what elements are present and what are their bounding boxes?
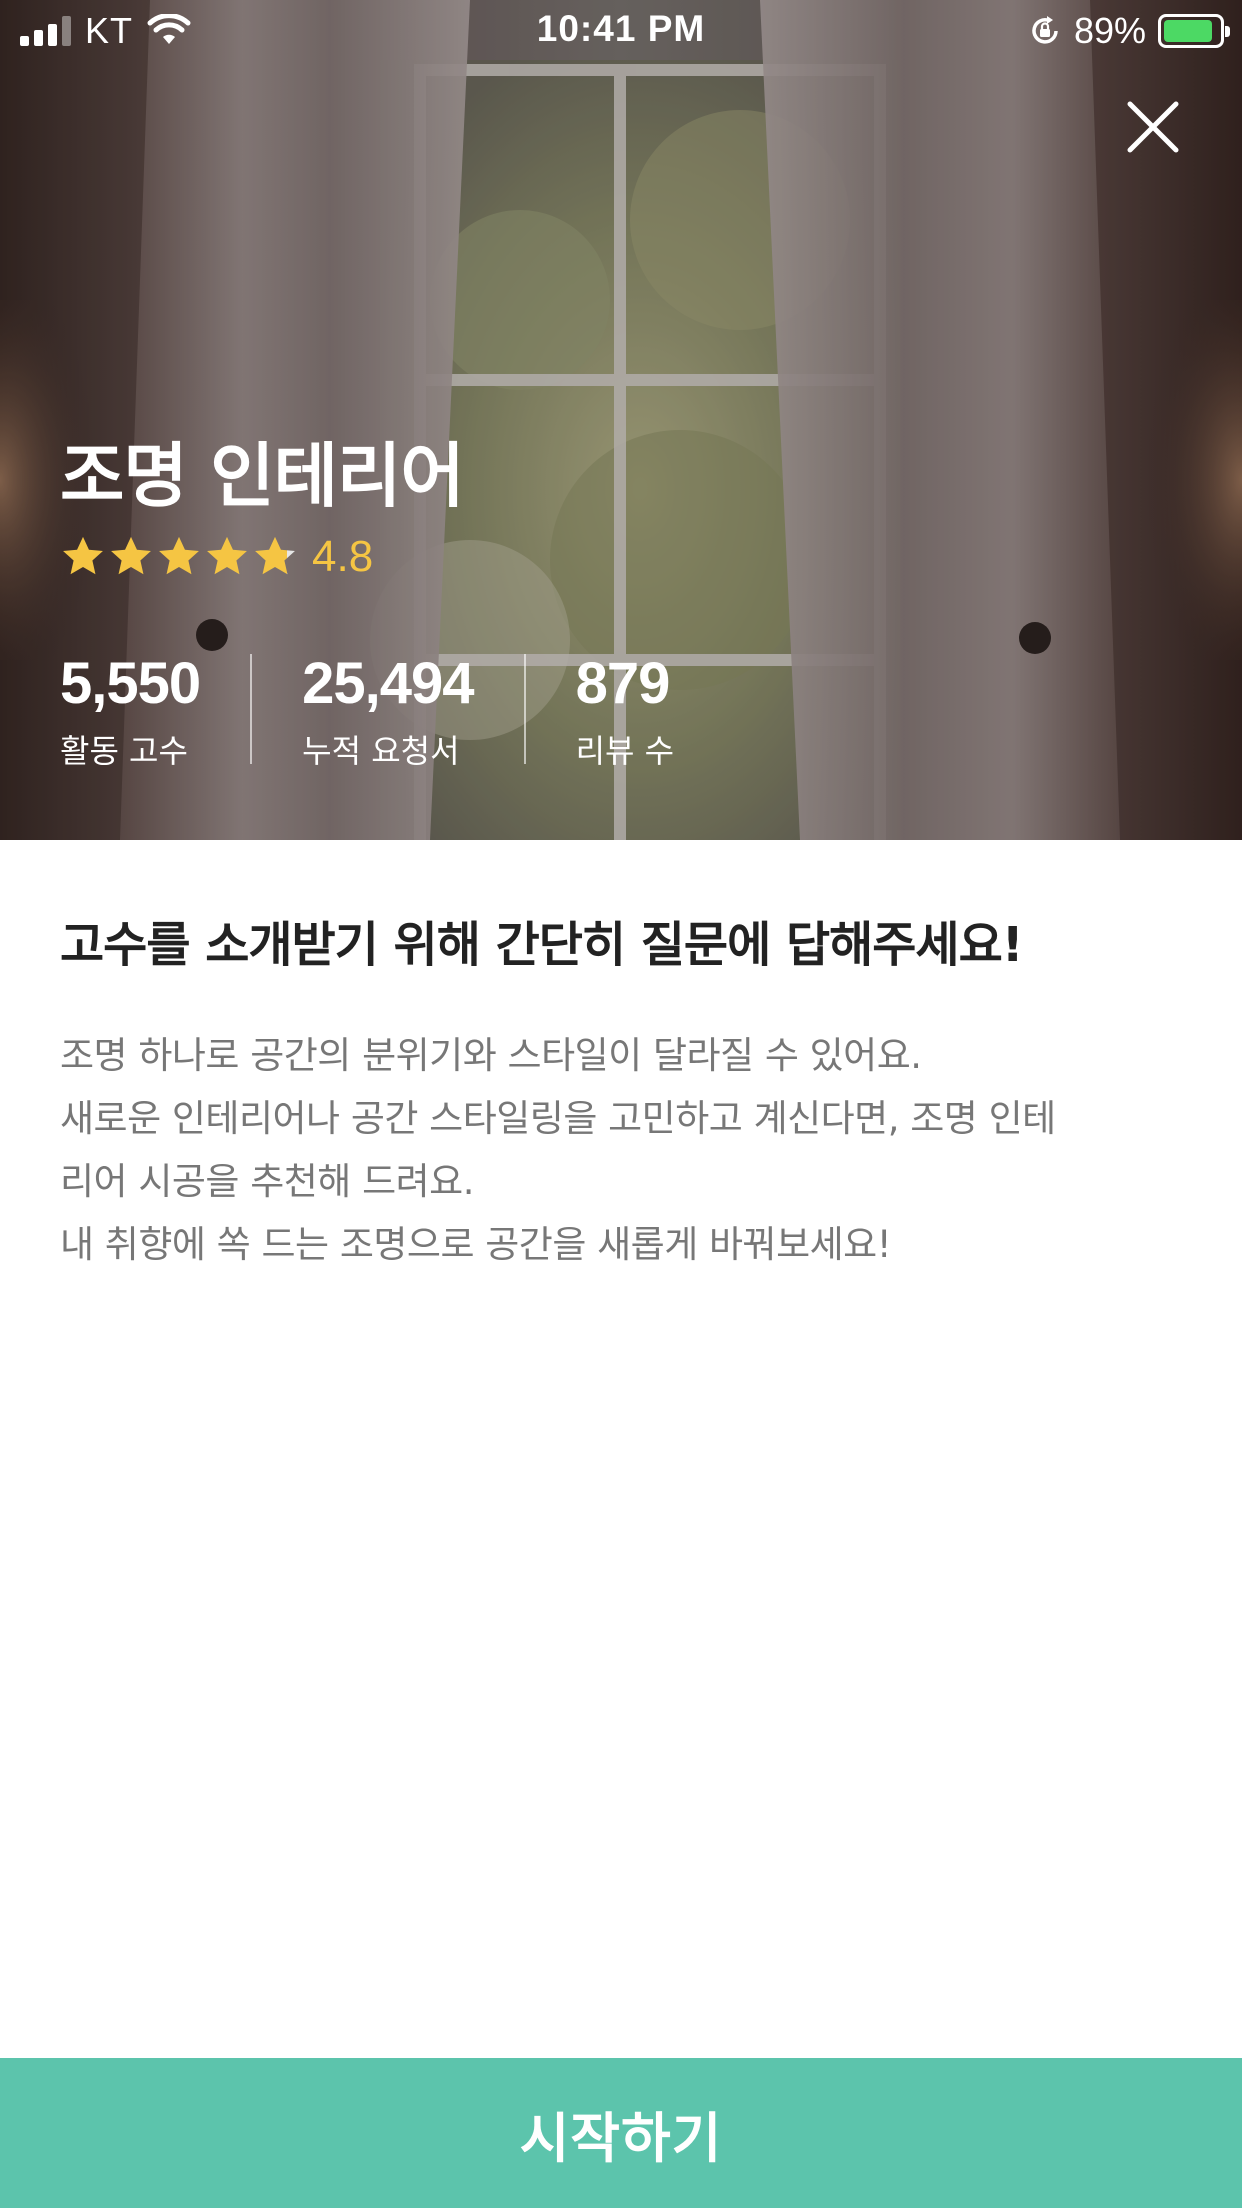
star-icon (255, 536, 295, 575)
description-line: 조명 하나로 공간의 분위기와 스타일이 달라질 수 있어요. (60, 1034, 922, 1077)
stat-label: 누적 요청서 (302, 732, 460, 770)
star-icon (63, 536, 103, 575)
description-line: 리어 시공을 추천해 드려요. (60, 1160, 474, 1203)
rating-value: 4.8 (312, 532, 374, 581)
battery-percent: 89% (1073, 10, 1146, 51)
status-right: 89% (1028, 10, 1230, 52)
intro-content: 고수를 소개받기 위해 간단히 질문에 답해주세요! 조명 하나로 공간의 분위… (60, 910, 1190, 1276)
star-icon (207, 536, 247, 575)
stat-label: 활동 고수 (60, 732, 188, 770)
close-icon (1127, 101, 1179, 153)
hero-banner: KT 10:41 PM 89% 조명 인테리어 4.8 5,550 활동 고수 … (0, 0, 1242, 840)
divider (250, 654, 253, 764)
headline: 고수를 소개받기 위해 간단히 질문에 답해주세요! (60, 917, 1024, 973)
description-line: 내 취향에 쏙 드는 조명으로 공간을 새롭게 바꿔보세요! (60, 1223, 892, 1266)
service-title: 조명 인테리어 (60, 435, 465, 517)
stat-total-requests: 25,494 누적 요청서 (302, 650, 474, 772)
rating-stars (60, 534, 298, 580)
close-button[interactable] (1118, 92, 1188, 162)
star-icon (159, 536, 199, 575)
stat-value: 25,494 (302, 651, 474, 716)
stat-review-count: 879 리뷰 수 (576, 650, 675, 772)
description: 조명 하나로 공간의 분위기와 스타일이 달라질 수 있어요. 새로운 인테리어… (60, 1024, 1190, 1276)
service-stats: 5,550 활동 고수 25,494 누적 요청서 879 리뷰 수 (60, 650, 674, 772)
battery-fill (1164, 20, 1213, 42)
stat-active-pros: 5,550 활동 고수 (60, 650, 201, 772)
battery-charging-icon (1158, 14, 1230, 48)
divider (523, 654, 526, 764)
stat-label: 리뷰 수 (575, 732, 675, 770)
status-bar: KT 10:41 PM 89% (0, 0, 1242, 62)
stat-value: 879 (575, 651, 671, 716)
start-button[interactable]: 시작하기 (0, 2058, 1242, 2208)
description-line: 새로운 인테리어나 공간 스타일링을 고민하고 계신다면, 조명 인테 (60, 1097, 1056, 1140)
stat-value: 5,550 (60, 651, 201, 716)
service-intro-screen: KT 10:41 PM 89% 조명 인테리어 4.8 5,550 활동 고수 … (0, 0, 1242, 2208)
rotation-lock-icon (1032, 16, 1058, 44)
star-icon (111, 536, 151, 575)
rating: 4.8 (60, 532, 373, 582)
